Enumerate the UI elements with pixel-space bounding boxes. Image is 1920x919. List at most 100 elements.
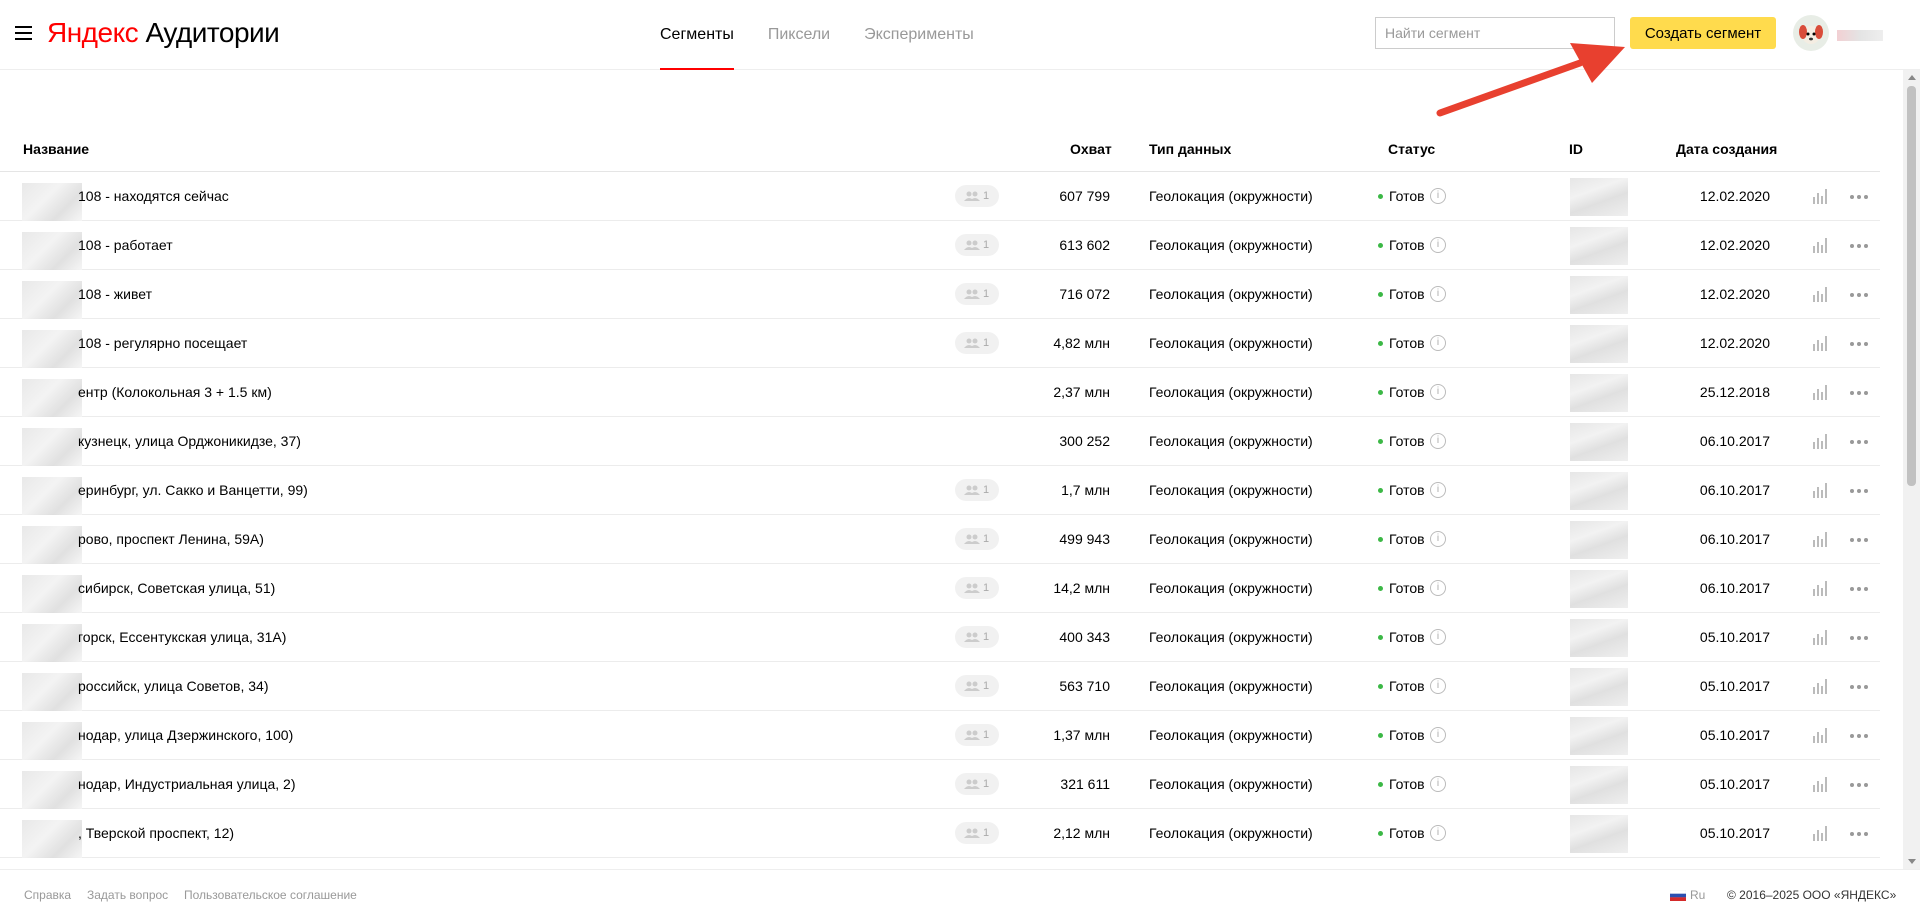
segment-name[interactable]: кузнецк, улица Орджоникидзе, 37) — [78, 433, 301, 449]
segment-name[interactable]: , Тверской проспект, 12) — [78, 825, 234, 841]
segment-name[interactable]: нодар, Индустриальная улица, 2) — [78, 776, 296, 792]
shared-badge[interactable]: 1 — [955, 822, 999, 844]
info-icon[interactable]: i — [1430, 678, 1446, 694]
scrollbar-thumb[interactable] — [1907, 86, 1916, 486]
info-icon[interactable]: i — [1430, 433, 1446, 449]
chart-icon[interactable] — [1812, 776, 1830, 792]
scroll-down-icon[interactable] — [1908, 859, 1916, 864]
more-icon[interactable] — [1848, 727, 1872, 743]
segment-name[interactable]: горск, Ессентукская улица, 31А) — [78, 629, 286, 645]
table-row[interactable]: российск, улица Советов, 34) 1 563 710 Геол… — [0, 662, 1880, 711]
table-row[interactable]: , Тверской проспект, 12) 1 2,12 млн Геолока… — [0, 809, 1880, 858]
info-icon[interactable]: i — [1430, 776, 1446, 792]
create-segment-button[interactable]: Создать сегмент — [1630, 17, 1776, 49]
tab-experiments[interactable]: Эксперименты — [864, 0, 974, 70]
chart-icon[interactable] — [1812, 335, 1830, 351]
more-icon[interactable] — [1848, 188, 1872, 204]
more-icon[interactable] — [1848, 237, 1872, 253]
segment-name[interactable]: сибирск, Советская улица, 51) — [78, 580, 275, 596]
chart-icon[interactable] — [1812, 237, 1830, 253]
table-row[interactable]: нодар, улица Дзержинского, 100) 1 1,37 млн… — [0, 711, 1880, 760]
info-icon[interactable]: i — [1430, 237, 1446, 253]
segment-name[interactable]: 108 - находятся сейчас — [78, 188, 229, 204]
chart-icon[interactable] — [1812, 433, 1830, 449]
more-icon[interactable] — [1848, 580, 1872, 596]
tab-segments[interactable]: Сегменты — [660, 0, 734, 70]
shared-badge[interactable]: 1 — [955, 528, 999, 550]
table-row[interactable]: 108 - регулярно посещает 1 4,82 млн Геолока… — [0, 319, 1880, 368]
more-icon[interactable] — [1848, 531, 1872, 547]
table-row[interactable]: ентр (Колокольная 3 + 1.5 км) 2,37 млн Гео… — [0, 368, 1880, 417]
segment-name[interactable]: российск, улица Советов, 34) — [78, 678, 268, 694]
info-icon[interactable]: i — [1430, 531, 1446, 547]
segment-name[interactable]: ентр (Колокольная 3 + 1.5 км) — [78, 384, 272, 400]
table-row[interactable]: 108 - работает 1 613 602 Геолокация (окружн… — [0, 221, 1880, 270]
table-row[interactable]: горск, Ессентукская улица, 31А) 1 400 343 Г… — [0, 613, 1880, 662]
info-icon[interactable]: i — [1430, 580, 1446, 596]
shared-badge[interactable]: 1 — [955, 332, 999, 354]
footer-link-ask[interactable]: Задать вопрос — [87, 888, 168, 902]
more-icon[interactable] — [1848, 629, 1872, 645]
table-row[interactable]: сибирск, Советская улица, 51) 1 14,2 млн Ге… — [0, 564, 1880, 613]
table-row[interactable]: еринбург, ул. Сакко и Ванцетти, 99) 1 1,7 … — [0, 466, 1880, 515]
segment-name[interactable]: нодар, улица Дзержинского, 100) — [78, 727, 293, 743]
info-icon[interactable]: i — [1430, 629, 1446, 645]
segment-name[interactable]: 108 - регулярно посещает — [78, 335, 247, 351]
logo[interactable]: Яндекс Аудитории — [47, 17, 280, 49]
col-id[interactable]: ID — [1569, 141, 1583, 157]
footer-link-help[interactable]: Справка — [24, 888, 71, 902]
chart-icon[interactable] — [1812, 727, 1830, 743]
more-icon[interactable] — [1848, 384, 1872, 400]
scrollbar[interactable] — [1903, 70, 1920, 869]
chart-icon[interactable] — [1812, 825, 1830, 841]
avatar[interactable] — [1793, 15, 1829, 51]
segment-name[interactable]: 108 - живет — [78, 286, 152, 302]
scroll-up-icon[interactable] — [1908, 75, 1916, 80]
language-switch[interactable]: Ru — [1690, 888, 1705, 902]
table-row[interactable]: рово, проспект Ленина, 59А) 1 499 943 Геоло… — [0, 515, 1880, 564]
info-icon[interactable]: i — [1430, 727, 1446, 743]
segment-name[interactable]: рово, проспект Ленина, 59А) — [78, 531, 264, 547]
shared-badge[interactable]: 1 — [955, 675, 999, 697]
menu-icon[interactable] — [15, 26, 32, 41]
shared-badge[interactable]: 1 — [955, 234, 999, 256]
info-icon[interactable]: i — [1430, 188, 1446, 204]
more-icon[interactable] — [1848, 678, 1872, 694]
more-icon[interactable] — [1848, 776, 1872, 792]
shared-badge[interactable]: 1 — [955, 773, 999, 795]
footer-link-agreement[interactable]: Пользовательское соглашение — [184, 888, 357, 902]
info-icon[interactable]: i — [1430, 384, 1446, 400]
chart-icon[interactable] — [1812, 188, 1830, 204]
table-row[interactable]: нодар, Индустриальная улица, 2) 1 321 611 Г… — [0, 760, 1880, 809]
col-status[interactable]: Статус — [1388, 141, 1435, 157]
table-row[interactable]: кузнецк, улица Орджоникидзе, 37) 300 252 Г… — [0, 417, 1880, 466]
shared-badge[interactable]: 1 — [955, 577, 999, 599]
chart-icon[interactable] — [1812, 531, 1830, 547]
table-row[interactable]: 108 - находятся сейчас 1 607 799 Геолокация… — [0, 172, 1880, 221]
shared-badge[interactable]: 1 — [955, 626, 999, 648]
segment-name[interactable]: еринбург, ул. Сакко и Ванцетти, 99) — [78, 482, 308, 498]
col-date[interactable]: Дата создания — [1676, 141, 1777, 157]
chart-icon[interactable] — [1812, 384, 1830, 400]
info-icon[interactable]: i — [1430, 825, 1446, 841]
chart-icon[interactable] — [1812, 580, 1830, 596]
tab-pixels[interactable]: Пиксели — [768, 0, 830, 70]
more-icon[interactable] — [1848, 482, 1872, 498]
info-icon[interactable]: i — [1430, 482, 1446, 498]
table-row[interactable]: 108 - живет 1 716 072 Геолокация (окружност… — [0, 270, 1880, 319]
more-icon[interactable] — [1848, 433, 1872, 449]
username-blurred[interactable] — [1837, 30, 1883, 41]
more-icon[interactable] — [1848, 335, 1872, 351]
chart-icon[interactable] — [1812, 286, 1830, 302]
col-reach[interactable]: Охват — [1070, 141, 1112, 157]
more-icon[interactable] — [1848, 825, 1872, 841]
chart-icon[interactable] — [1812, 482, 1830, 498]
shared-badge[interactable]: 1 — [955, 479, 999, 501]
shared-badge[interactable]: 1 — [955, 185, 999, 207]
shared-badge[interactable]: 1 — [955, 283, 999, 305]
col-type[interactable]: Тип данных — [1149, 141, 1231, 157]
more-icon[interactable] — [1848, 286, 1872, 302]
shared-badge[interactable]: 1 — [955, 724, 999, 746]
chart-icon[interactable] — [1812, 678, 1830, 694]
col-name[interactable]: Название — [23, 141, 89, 157]
